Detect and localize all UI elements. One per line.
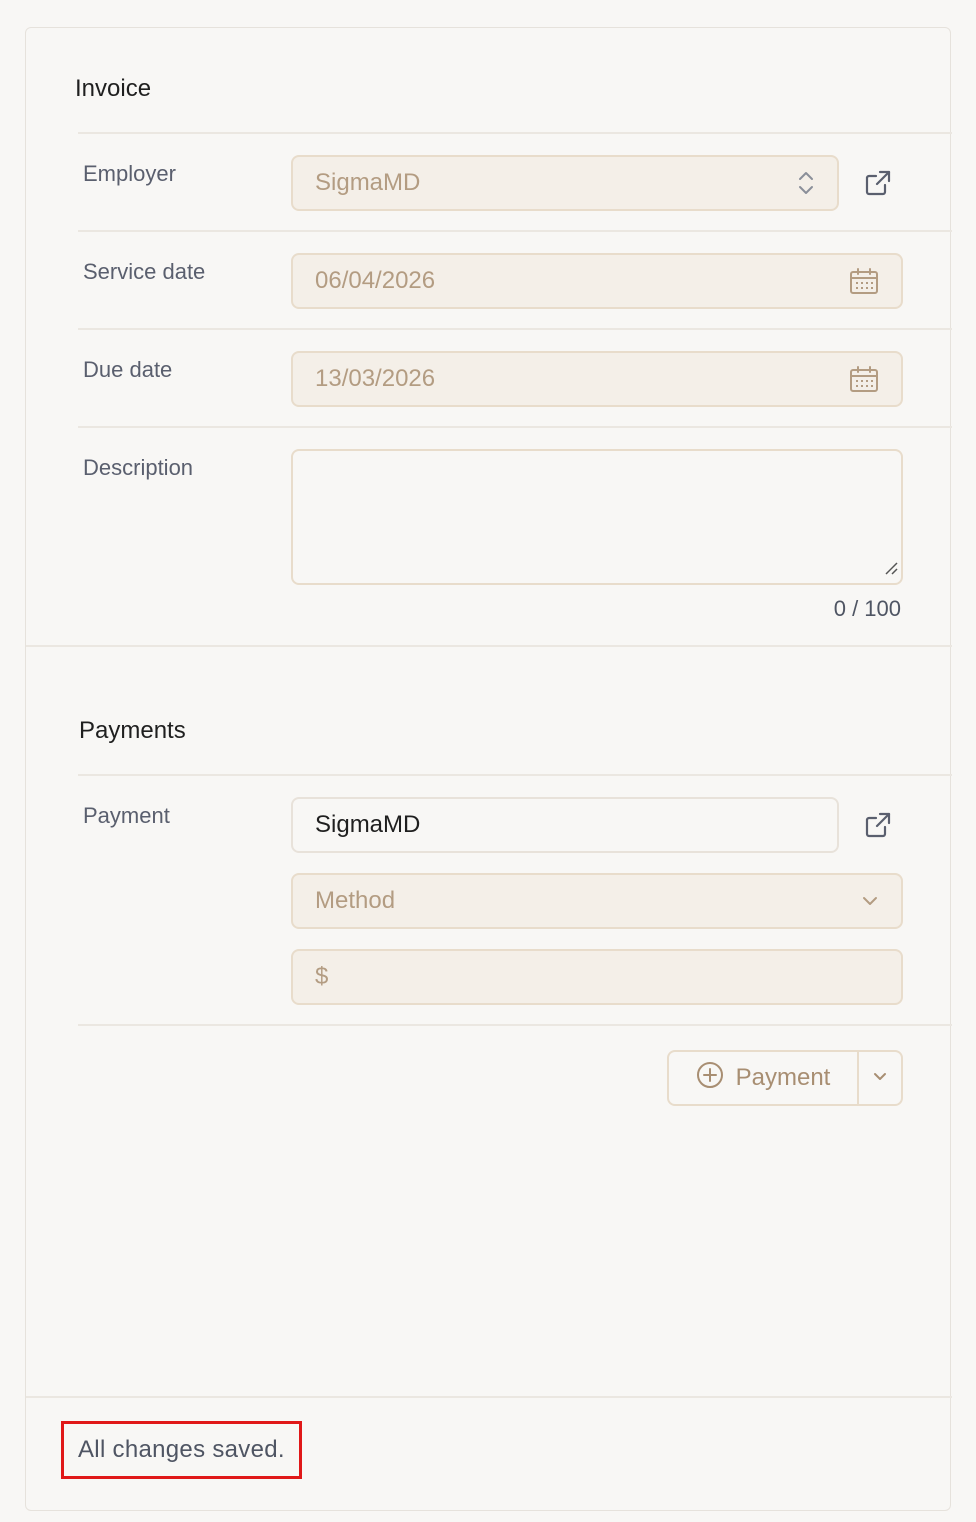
payment-label: Payment [83,803,170,828]
currency-prefix: $ [315,963,329,990]
resize-handle-icon[interactable] [883,560,899,581]
due-date-value: 13/03/2026 [315,365,436,392]
add-payment-options-button[interactable] [859,1052,901,1104]
divider [78,328,952,330]
description-char-counter: 0 / 100 [833,596,901,621]
payment-payer-value: SigmaMD [315,811,421,838]
due-date-label: Due date [83,357,173,382]
up-down-chevron-icon [797,168,815,198]
footer-divider [26,1396,952,1398]
payment-payer-input[interactable]: SigmaMD [291,797,839,853]
description-textarea[interactable] [291,449,903,585]
payment-method-placeholder: Method [315,887,396,914]
add-payment-split-button: Payment [667,1050,903,1106]
divider [78,774,952,776]
service-date-label: Service date [83,259,206,284]
payments-section-title: Payments [79,717,186,744]
payment-external-link-icon[interactable] [863,810,893,840]
divider [78,230,952,232]
invoice-panel: Invoice Employer SigmaMD Service date 06… [25,27,952,1511]
service-date-value: 06/04/2026 [315,267,436,294]
employer-label: Employer [83,161,176,186]
save-status-message: All changes saved. [61,1421,302,1479]
chevron-down-icon [872,1069,888,1087]
payment-method-select[interactable]: Method [291,873,903,929]
employer-value: SigmaMD [315,169,421,196]
due-date-input[interactable]: 13/03/2026 [291,351,903,407]
divider [78,1024,952,1026]
payment-amount-input[interactable]: $ [291,949,903,1005]
description-label: Description [83,455,194,480]
employer-external-link-icon[interactable] [863,168,893,198]
invoice-section-title: Invoice [75,75,152,102]
divider [78,426,952,428]
service-date-input[interactable]: 06/04/2026 [291,253,903,309]
add-payment-label: Payment [735,1064,831,1091]
employer-select[interactable]: SigmaMD [291,155,839,211]
section-divider [26,645,952,647]
calendar-icon[interactable] [849,267,879,295]
divider [78,132,952,134]
plus-circle-icon [696,1061,724,1096]
chevron-down-icon [861,895,879,907]
add-payment-button[interactable]: Payment [669,1052,859,1104]
calendar-icon[interactable] [849,365,879,393]
